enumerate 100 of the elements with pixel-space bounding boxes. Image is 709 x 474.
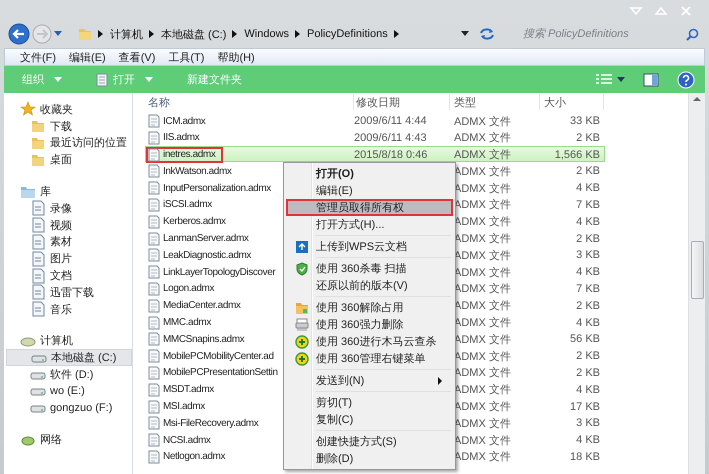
menu-item[interactable]: 删除(D): [286, 450, 453, 467]
file-name[interactable]: MediaCenter.admx: [163, 300, 241, 312]
menu-item[interactable]: 使用 360管理右键菜单: [286, 350, 453, 367]
file-name[interactable]: ICM.admx: [163, 116, 206, 126]
menu-item[interactable]: 创建快捷方式(S): [286, 433, 453, 450]
file-name[interactable]: IIS.admx: [163, 132, 200, 144]
sidebar-item[interactable]: 收藏夹: [6, 101, 132, 118]
preview-pane-icon[interactable]: [643, 72, 659, 86]
file-name[interactable]: InkWatson.admx: [163, 166, 232, 177]
file-name[interactable]: MMC.admx: [163, 317, 211, 328]
column-header[interactable]: 大小: [540, 94, 604, 110]
column-header[interactable]: 修改日期: [354, 94, 450, 110]
menu-item[interactable]: 使用 360强力删除: [286, 316, 453, 333]
file-name[interactable]: Msi-FileRecovery.admx: [163, 418, 258, 429]
file-name[interactable]: Kerberos.admx: [163, 216, 226, 228]
search-icon[interactable]: [686, 28, 699, 40]
column-header[interactable]: 类型: [450, 94, 540, 110]
sidebar-item[interactable]: 图片: [6, 250, 132, 268]
sidebar-item[interactable]: 迅雷下载: [6, 284, 132, 301]
menu-item[interactable]: 打开方式(H)...: [286, 216, 453, 233]
menu-item[interactable]: 工具(T): [168, 50, 204, 64]
menu-item[interactable]: 使用 360解除占用: [286, 299, 453, 316]
menu-item[interactable]: 帮助(H): [217, 50, 255, 64]
menu-item[interactable]: 打开(O): [286, 165, 453, 182]
table-cell-text: ADMX 文件: [453, 182, 512, 196]
scrollbar[interactable]: [688, 93, 705, 474]
chevron-icon[interactable]: [394, 30, 400, 38]
file-name[interactable]: InputPersonalization.admx: [163, 182, 271, 194]
sidebar-item[interactable]: 音乐: [6, 300, 132, 318]
file-icon: [148, 114, 160, 128]
menu-item[interactable]: 编辑(E): [69, 50, 106, 64]
sidebar-item[interactable]: 最近访问的位置: [6, 134, 132, 152]
breadcrumb-item[interactable]: Windows: [244, 28, 290, 40]
sidebar-item[interactable]: 文档: [6, 267, 132, 284]
search-field[interactable]: 搜索 PolicyDefinitions: [523, 28, 686, 40]
file-name[interactable]: Netlogon.admx: [163, 451, 226, 462]
menu-item[interactable]: 上传到WPS云文档: [286, 238, 453, 255]
file-name[interactable]: MMCSnapins.admx: [163, 334, 244, 345]
menu-item[interactable]: 剪切(T): [286, 394, 453, 411]
sidebar-item[interactable]: 下载: [6, 118, 132, 135]
table-cell-text: ADMX 文件: [453, 434, 512, 448]
menu-item[interactable]: 发送到(N): [286, 372, 453, 389]
menu-item[interactable]: 还原以前的版本(V): [286, 277, 453, 294]
file-name[interactable]: MobilePCMobilityCenter.ad: [163, 350, 274, 362]
table-cell-text: ADMX 文件: [453, 164, 512, 179]
scrollbar-thumb[interactable]: [690, 241, 704, 299]
scroll-up-icon[interactable]: [693, 97, 701, 101]
file-icon: [148, 298, 160, 313]
address-bar[interactable]: 计算机 本地磁盘 (C:) Windows PolicyDefinitions: [72, 23, 406, 45]
document-icon: [30, 217, 46, 234]
sidebar-item[interactable]: gongzuo (F:): [6, 400, 132, 417]
caret-icon[interactable]: [617, 77, 625, 82]
breadcrumb-item[interactable]: PolicyDefinitions: [307, 28, 388, 40]
menu-item[interactable]: 使用 360杀毒 扫描: [286, 260, 453, 277]
file-name[interactable]: MobilePCPresentationSettin: [163, 367, 278, 378]
menu-item[interactable]: 查看(V): [118, 50, 156, 64]
breadcrumb-item[interactable]: 本地磁盘 (C:): [161, 26, 226, 42]
sidebar-item[interactable]: 库: [6, 183, 132, 200]
column-header[interactable]: 名称: [146, 94, 354, 110]
menu-item[interactable]: 管理员取得所有权: [286, 199, 453, 216]
file-name[interactable]: MSDT.admx: [163, 384, 214, 396]
file-name[interactable]: LanmanServer.admx: [163, 233, 248, 244]
sidebar-item[interactable]: 本地磁盘 (C:): [6, 349, 132, 366]
back-icon[interactable]: [8, 23, 30, 45]
sidebar-item[interactable]: 网络: [6, 432, 132, 448]
dropdown-icon[interactable]: [461, 31, 469, 37]
sidebar-item[interactable]: 录像: [6, 200, 132, 217]
chevron-icon[interactable]: [149, 30, 155, 38]
refresh-icon[interactable]: [479, 27, 495, 41]
menu-item[interactable]: 使用 360进行木马云查杀: [286, 333, 453, 350]
selected-row[interactable]: inetres.admx 2015/8/18 0:46 ADMX 文件 1,566 KB: [145, 146, 605, 162]
sidebar-item[interactable]: wo (E:): [6, 382, 132, 400]
file-icon: [148, 265, 160, 280]
sidebar-item[interactable]: 软件 (D:): [6, 366, 132, 383]
table-cell-text: ADMX 文件: [453, 316, 512, 330]
document-icon: [30, 284, 46, 300]
chevron-icon[interactable]: [232, 30, 238, 38]
file-name[interactable]: NCSI.admx: [163, 434, 211, 446]
file-name[interactable]: Logon.admx: [163, 283, 214, 294]
file-name[interactable]: LinkLayerTopologyDiscover: [163, 266, 276, 278]
file-name[interactable]: iSCSI.admx: [163, 199, 212, 210]
table-cell-text: 2 KB: [575, 132, 601, 144]
table-cell-text: ADMX 文件: [453, 214, 512, 230]
sidebar-item[interactable]: 计算机: [6, 332, 132, 350]
file-name[interactable]: LeakDiagnostic.admx: [163, 250, 252, 261]
table-cell-text: 2 KB: [575, 165, 601, 178]
file-name[interactable]: inetres.admx: [163, 149, 216, 160]
chevron-icon[interactable]: [295, 30, 302, 38]
file-icon: [148, 248, 160, 262]
file-name[interactable]: MSI.admx: [163, 401, 205, 412]
help-icon[interactable]: [677, 70, 695, 88]
table-cell-text: ADMX 文件: [453, 400, 512, 414]
menu-item[interactable]: 编辑(E): [286, 182, 453, 199]
sidebar-item[interactable]: 视频: [6, 216, 132, 234]
sidebar-item[interactable]: 桌面: [6, 151, 132, 168]
menu-item[interactable]: 文件(F): [20, 50, 56, 64]
menu-item[interactable]: 复制(C): [286, 411, 453, 428]
chevron-icon[interactable]: [98, 30, 104, 38]
sidebar-item[interactable]: 素材: [6, 234, 132, 250]
breadcrumb-item[interactable]: 计算机: [110, 26, 143, 42]
